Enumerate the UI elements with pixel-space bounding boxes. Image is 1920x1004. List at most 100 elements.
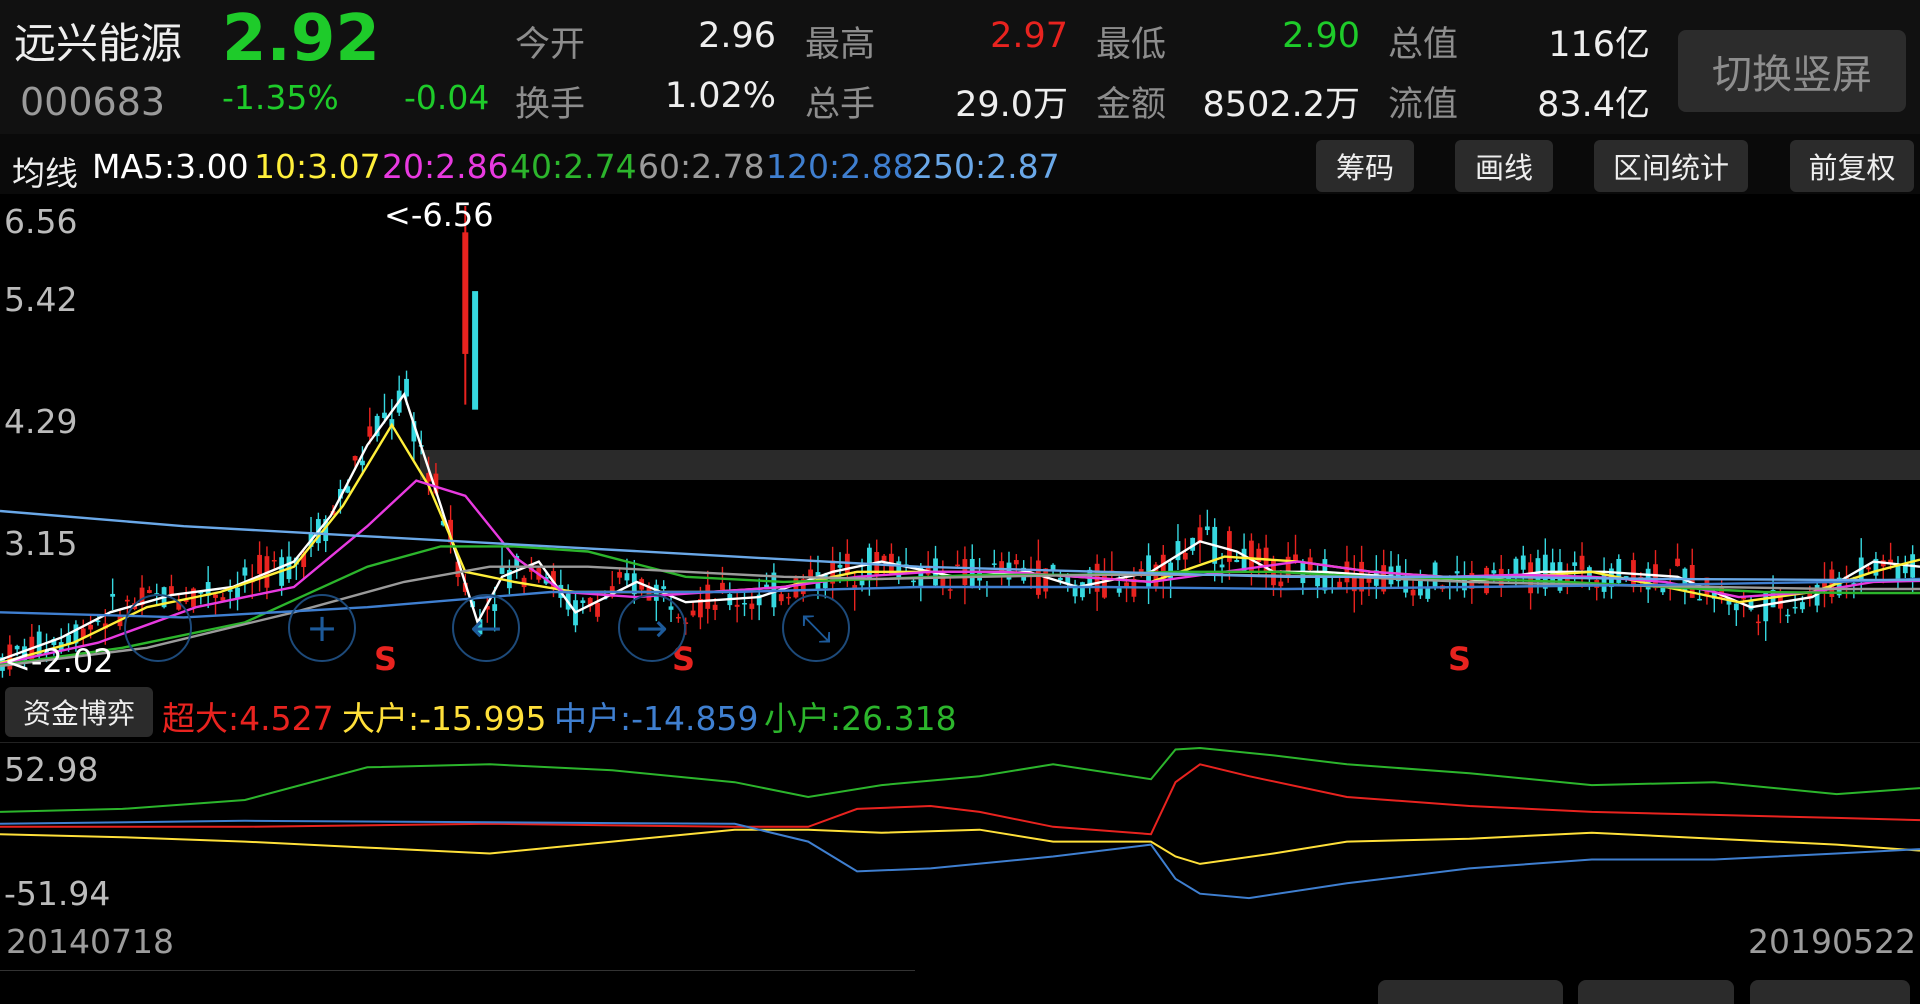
stat-value-turnover: 1.02% bbox=[664, 76, 776, 116]
candle-body bbox=[617, 572, 622, 578]
candle-body bbox=[837, 564, 843, 568]
candle-body bbox=[734, 604, 740, 607]
candle-body bbox=[911, 580, 916, 583]
candle-body bbox=[1800, 602, 1805, 610]
candle-body-peak bbox=[462, 232, 469, 354]
candle-body bbox=[1733, 603, 1739, 611]
candle-body bbox=[1513, 558, 1519, 577]
candle-body bbox=[1337, 581, 1342, 589]
fund-game-button[interactable]: 资金博弈 bbox=[5, 687, 153, 737]
sub-y-max-label: 52.98 bbox=[4, 750, 99, 789]
zoom-in-icon[interactable]: + bbox=[288, 594, 356, 662]
candle-body bbox=[1675, 558, 1680, 567]
candle-body bbox=[1579, 555, 1585, 570]
bottom-tab[interactable] bbox=[1750, 980, 1910, 1004]
candle-body bbox=[764, 584, 769, 588]
candle-body bbox=[1792, 606, 1798, 609]
sell-signal-marker: S bbox=[374, 640, 398, 678]
candle-body bbox=[1249, 540, 1254, 572]
candle-body bbox=[690, 610, 696, 616]
stat-value-high: 2.97 bbox=[990, 16, 1068, 56]
candle-body bbox=[1785, 614, 1791, 617]
stock-name: 远兴能源 bbox=[14, 19, 183, 68]
y-tick-label: 6.56 bbox=[4, 202, 78, 241]
candle-body bbox=[213, 594, 218, 598]
range-highlight-band bbox=[420, 450, 1920, 480]
stat-value-low: 2.90 bbox=[1282, 16, 1360, 56]
adjust-price-button[interactable]: 前复权 bbox=[1790, 140, 1914, 192]
candle-body bbox=[1058, 577, 1063, 581]
candle-body bbox=[580, 600, 586, 603]
ma-title: 均线 bbox=[12, 154, 78, 193]
change-amount: -0.04 bbox=[404, 78, 490, 117]
stat-label-total-value: 总值 bbox=[1388, 25, 1459, 65]
candle-body bbox=[624, 573, 630, 581]
change-percent: -1.35% bbox=[222, 78, 339, 117]
candle-body bbox=[352, 456, 358, 461]
candle-body bbox=[1755, 621, 1761, 624]
candle-body bbox=[1491, 570, 1497, 574]
stat-label-turnover: 换手 bbox=[515, 85, 586, 125]
stat-label-float-value: 流值 bbox=[1388, 85, 1459, 125]
stat-label-amount: 金额 bbox=[1096, 85, 1167, 125]
bottom-tab[interactable] bbox=[1578, 980, 1734, 1004]
candle-body bbox=[360, 460, 365, 466]
candle-body bbox=[235, 587, 240, 599]
nav-blank-circle bbox=[124, 594, 192, 662]
ma-item-120: 120:2.88 bbox=[766, 147, 914, 186]
fund-super-large: 超大:4.527 bbox=[162, 699, 334, 738]
stat-label-high: 最高 bbox=[805, 25, 876, 65]
ma-item-10: 10:3.07 bbox=[254, 147, 381, 186]
candle-body bbox=[1197, 527, 1203, 543]
move-right-icon[interactable]: → bbox=[618, 594, 686, 662]
candle-body bbox=[271, 559, 277, 562]
draw-line-button[interactable]: 画线 bbox=[1455, 140, 1553, 192]
candle-body bbox=[110, 593, 116, 597]
candle-body bbox=[1219, 564, 1225, 568]
fund-flow-bar: 资金博弈 超大:4.527 大户:-15.995 中户:-14.859 小户:2… bbox=[0, 682, 1920, 742]
ma-item-20: 20:2.86 bbox=[382, 147, 509, 186]
candle-body bbox=[1035, 560, 1041, 595]
stat-value-amount: 8502.2万 bbox=[1202, 85, 1360, 125]
zoom-out-icon[interactable]: ⤡ bbox=[782, 594, 850, 662]
candle-body bbox=[881, 555, 887, 561]
footer-divider bbox=[0, 970, 915, 971]
stat-value-open: 2.96 bbox=[698, 16, 776, 56]
stat-label-volume: 总手 bbox=[805, 85, 876, 125]
chips-button[interactable]: 筹码 bbox=[1316, 140, 1414, 192]
bottom-tab[interactable] bbox=[1378, 980, 1563, 1004]
max-price-marker: <-6.56 bbox=[384, 196, 494, 234]
sub-y-min-label: -51.94 bbox=[4, 874, 111, 913]
candle-body bbox=[1234, 559, 1240, 563]
candle-body bbox=[712, 604, 718, 610]
candle-body bbox=[749, 603, 755, 609]
candle-body bbox=[955, 564, 960, 567]
ma-item-60: 60:2.78 bbox=[638, 147, 765, 186]
switch-portrait-button[interactable]: 切换竖屏 bbox=[1678, 30, 1906, 112]
candle-body bbox=[88, 624, 94, 630]
range-stats-button[interactable]: 区间统计 bbox=[1594, 140, 1748, 192]
candle-body bbox=[1116, 588, 1122, 593]
candle-body bbox=[778, 594, 784, 602]
candle-body bbox=[947, 589, 953, 591]
candle-body bbox=[1763, 592, 1769, 622]
fund-flow-chart[interactable]: 52.98 -51.94 bbox=[0, 742, 1920, 913]
kline-chart[interactable]: 6.56 5.42 4.29 3.15 <-6.56 <-2.02 S S S … bbox=[0, 194, 1920, 682]
fund-small: 小户:26.318 bbox=[764, 699, 957, 738]
stat-label-open: 今开 bbox=[515, 25, 586, 65]
candle-body bbox=[242, 567, 248, 576]
quote-header: 远兴能源 000683 2.92 -1.35% -0.04 今开 2.96 最高… bbox=[0, 0, 1920, 134]
candle-body bbox=[146, 590, 152, 593]
fund-line bbox=[0, 763, 1920, 836]
fund-flow-svg bbox=[0, 742, 1920, 900]
stat-value-total-value: 116亿 bbox=[1548, 25, 1650, 65]
candle-body bbox=[661, 586, 667, 589]
x-start-date: 20140718 bbox=[6, 922, 174, 961]
y-tick-label: 5.42 bbox=[4, 280, 78, 319]
move-left-icon[interactable]: ← bbox=[452, 594, 520, 662]
candle-body bbox=[124, 599, 130, 602]
stat-label-low: 最低 bbox=[1096, 25, 1167, 65]
sell-signal-marker: S bbox=[1448, 640, 1472, 678]
candle-body bbox=[169, 586, 174, 595]
ma-item-250: 250:2.87 bbox=[912, 147, 1060, 186]
